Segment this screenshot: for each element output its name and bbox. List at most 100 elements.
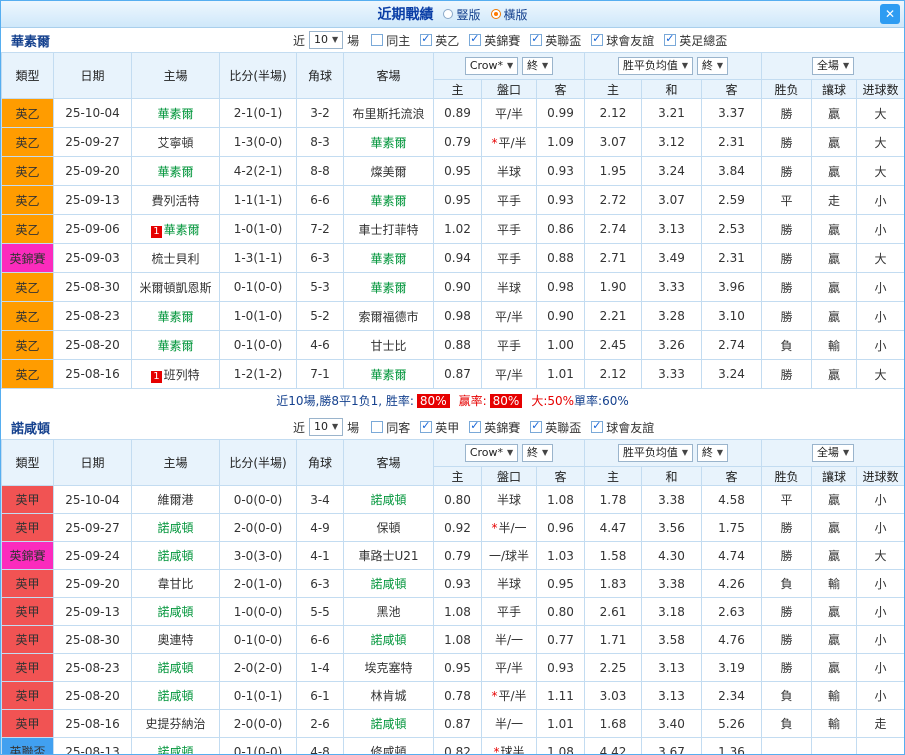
result-handicap: 輸	[811, 681, 857, 710]
match-row: 英乙 25-09-13 費列活特 1-1(1-1) 6-6 華素爾 0.95 平…	[1, 185, 904, 215]
competition-filter-checkbox[interactable]: 英乙	[420, 32, 459, 49]
recent-games-select[interactable]: 10 ▼	[309, 31, 344, 49]
europe-odds-away: 4.58	[701, 485, 762, 514]
result-handicap: 贏	[811, 301, 857, 331]
europe-source-select[interactable]: 胜平负均值 ▼	[617, 444, 694, 462]
europe-odds-home: 2.12	[584, 98, 642, 128]
competition-filter-label: 英錦賽	[484, 33, 521, 48]
asian-odds-home: 0.94	[433, 243, 482, 273]
europe-odds-home: 1.58	[584, 541, 642, 570]
competition-filter-checkbox[interactable]: 英足總盃	[664, 32, 727, 49]
away-team-cell: 黑池	[343, 597, 434, 626]
match-row: 英乙 25-10-04 華素爾 2-1(0-1) 3-2 布里斯托流浪 0.89…	[1, 98, 904, 128]
competition-filter-checkbox[interactable]: 球會友誼	[591, 32, 654, 49]
europe-odds-home: 4.47	[584, 513, 642, 542]
competition-filter-label: 英聯盃	[545, 420, 582, 435]
checkbox-icon	[591, 32, 604, 46]
competition-filter-checkbox[interactable]: 同主	[371, 32, 410, 49]
away-team-cell: 埃克塞特	[343, 653, 434, 682]
team-header: 諾咸頓 近 10▼ 場 同客 英甲 英錦賽 英聯盃 球會友誼	[1, 415, 904, 439]
competition-filter-label: 同主	[386, 33, 411, 48]
col-header-date: 日期	[53, 439, 132, 486]
away-team-name: 甘士比	[370, 338, 407, 353]
corner-count: 6-1	[296, 681, 344, 710]
recent-games-select[interactable]: 10 ▼	[309, 418, 344, 436]
chevron-down-icon: ▼	[332, 422, 339, 431]
match-date: 25-08-16	[53, 359, 132, 389]
asian-odds-home: 0.79	[433, 541, 482, 570]
asian-handicap: 平手	[481, 597, 537, 626]
competition-type-badge: 英乙	[1, 359, 54, 389]
chevron-down-icon: ▼	[507, 61, 514, 70]
col-header-score: 比分(半場)	[219, 52, 297, 99]
competition-filter-checkbox[interactable]: 英錦賽	[469, 419, 520, 436]
competition-type-badge: 英乙	[1, 301, 54, 331]
result-winloss: 平	[761, 485, 812, 514]
layout-radio-horizontal[interactable]: 橫版	[490, 6, 528, 23]
asian-odds-away: 1.08	[536, 485, 585, 514]
competition-filter-label: 同客	[386, 420, 411, 435]
result-goals: 大	[855, 359, 904, 389]
home-team-name: 華素爾	[163, 222, 200, 237]
asian-handicap: 平/半	[481, 359, 537, 389]
away-team-cell: 諾咸頓	[343, 485, 434, 514]
asian-handicap: 平/半	[481, 653, 537, 682]
asian-odds-away: 0.90	[536, 301, 585, 331]
fulltime-select[interactable]: 全場 ▼	[811, 444, 855, 462]
asian-odds-away: 1.03	[536, 541, 585, 570]
odds-source-select[interactable]: Crow* ▼	[464, 444, 519, 462]
europe-odds-home: 1.68	[584, 709, 642, 738]
odds-final-select[interactable]: 終 ▼	[522, 444, 554, 462]
result-handicap: 贏	[811, 156, 857, 186]
europe-final-select[interactable]: 終 ▼	[696, 444, 729, 462]
home-team-cell: 華素爾	[131, 98, 220, 128]
competition-filter-checkbox[interactable]: 同客	[371, 419, 410, 436]
europe-final-select[interactable]: 終 ▼	[696, 57, 729, 75]
home-team-name: 史提芬納治	[145, 717, 206, 731]
match-date: 25-09-13	[53, 597, 132, 626]
asian-odds-home: 1.08	[433, 625, 482, 654]
col-header-type: 類型	[1, 439, 54, 486]
away-team-cell: 車路士U21	[343, 541, 434, 570]
result-goals: 小	[855, 597, 904, 626]
match-date: 25-09-03	[53, 243, 132, 273]
europe-odds-header: 胜平负均值 ▼ 終 ▼	[584, 52, 762, 80]
result-handicap: 贏	[811, 485, 857, 514]
competition-type-badge: 英乙	[1, 330, 54, 360]
away-team-name: 諾咸頓	[370, 577, 407, 591]
odds-final-select[interactable]: 終 ▼	[522, 57, 554, 75]
home-team-cell: 艾寧頓	[131, 127, 220, 157]
chevron-down-icon: ▼	[842, 61, 850, 70]
competition-filter-checkbox[interactable]: 英甲	[420, 419, 459, 436]
asian-odds-away: 0.88	[536, 243, 585, 273]
asian-odds-home: 0.95	[433, 156, 482, 186]
match-row: 英乙 25-08-20 華素爾 0-1(0-0) 4-6 甘士比 0.88 平手…	[1, 330, 904, 360]
team-header: 華素爾 近 10▼ 場 同主 英乙 英錦賽 英聯盃 球會友誼 英足總盃	[1, 28, 904, 52]
result-winloss: 勝	[761, 541, 812, 570]
competition-type-badge: 英乙	[1, 272, 54, 302]
europe-odds-away: 4.74	[701, 541, 762, 570]
col-header-type: 類型	[1, 52, 54, 99]
europe-odds-draw: 3.58	[641, 625, 702, 654]
competition-filter-checkbox[interactable]: 球會友誼	[591, 419, 654, 436]
competition-filter-checkbox[interactable]: 英聯盃	[530, 419, 581, 436]
col-header-away: 客場	[343, 439, 434, 486]
europe-odds-away: 1.75	[701, 513, 762, 542]
odds-source-select[interactable]: Crow* ▼	[464, 57, 519, 75]
result-goals: 小	[855, 625, 904, 654]
result-handicap: 贏	[811, 98, 857, 128]
layout-radio-vertical[interactable]: 豎版	[443, 6, 481, 23]
close-button[interactable]: ✕	[880, 4, 900, 24]
match-row: 英甲 25-08-30 奧連特 0-1(0-0) 6-6 諾咸頓 1.08 半/…	[1, 625, 904, 654]
corner-count: 8-3	[296, 127, 344, 157]
competition-type-badge: 英乙	[1, 98, 54, 128]
match-date: 25-10-04	[53, 485, 132, 514]
checkbox-icon	[664, 32, 677, 46]
competition-filter-checkbox[interactable]: 英聯盃	[530, 32, 581, 49]
checkbox-icon	[371, 421, 384, 433]
fulltime-select[interactable]: 全場 ▼	[811, 57, 855, 75]
competition-filter-checkbox[interactable]: 英錦賽	[469, 32, 520, 49]
competition-filter-label: 英足總盃	[679, 33, 728, 48]
home-team-name: 華素爾	[157, 106, 194, 121]
europe-source-select[interactable]: 胜平负均值 ▼	[617, 57, 694, 75]
